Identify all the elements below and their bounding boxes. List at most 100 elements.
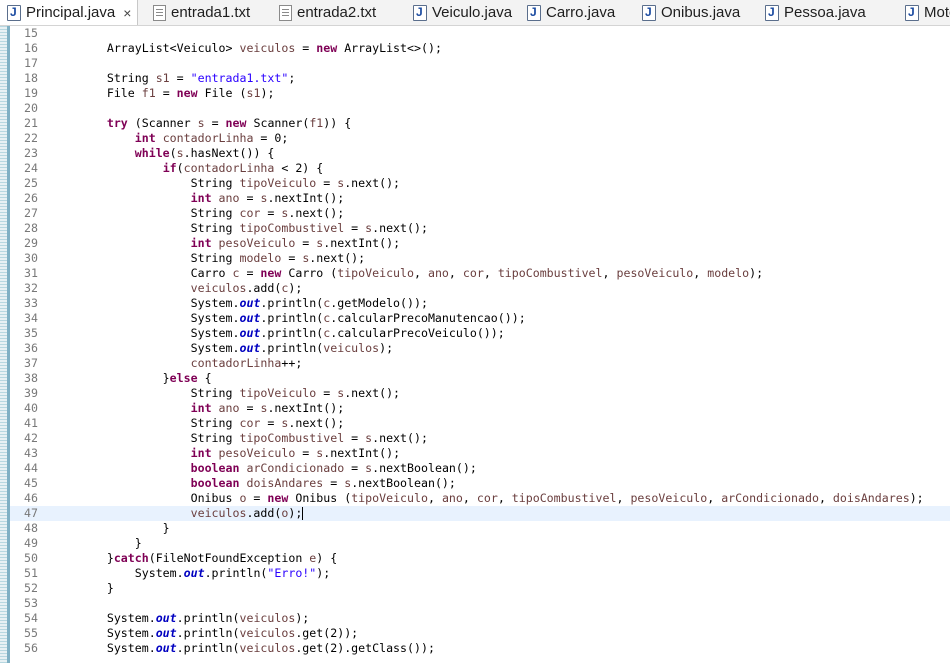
code-line[interactable]: 34 System.out.println(c.calcularPrecoMan… (10, 311, 950, 326)
code-line[interactable]: 44 boolean arCondicionado = s.nextBoolea… (10, 461, 950, 476)
code-text: Carro c = new Carro (tipoVeiculo, ano, c… (51, 266, 764, 280)
tab-entrada1-txt[interactable]: entrada1.txt (146, 0, 254, 25)
code-text: int pesoVeiculo = s.nextInt(); (190, 446, 401, 460)
tab-label: Onibus.java (661, 4, 741, 21)
code-line[interactable]: 35 System.out.println(c.calcularPrecoVei… (10, 326, 950, 341)
line-number: 39 (24, 386, 38, 400)
tab-moto[interactable]: Moto (898, 0, 950, 25)
line-number: 37 (24, 356, 38, 370)
code-text: int pesoVeiculo = s.nextInt(); (190, 236, 401, 250)
line-number: 24 (24, 161, 38, 175)
code-line[interactable]: 20 (10, 101, 950, 116)
code-line[interactable]: 36 System.out.println(veiculos); (10, 341, 950, 356)
tab-carro-java[interactable]: Carro.java (520, 0, 619, 25)
code-line[interactable]: 30 String modelo = s.next(); (10, 251, 950, 266)
code-line[interactable]: 49 } (10, 536, 950, 551)
code-text: } (51, 521, 170, 535)
code-text: String modelo = s.next(); (51, 251, 366, 265)
code-line[interactable]: 17 (10, 56, 950, 71)
text-cursor (302, 507, 304, 520)
line-number: 33 (24, 296, 38, 310)
line-number: 18 (24, 71, 38, 85)
code-text: System.out.println(veiculos.get(2).getCl… (51, 641, 435, 655)
code-line[interactable]: 25 String tipoVeiculo = s.next(); (10, 176, 950, 191)
line-number: 54 (24, 611, 38, 625)
close-icon[interactable]: × (123, 5, 131, 21)
line-number: 16 (24, 41, 38, 55)
tab-label: entrada2.txt (297, 4, 377, 21)
code-line[interactable]: 28 String tipoCombustivel = s.next(); (10, 221, 950, 236)
code-text: System.out.println("Erro!"); (51, 566, 331, 580)
code-text: System.out.println(veiculos); (51, 611, 310, 625)
code-line[interactable]: 56 System.out.println(veiculos.get(2).ge… (10, 641, 950, 656)
line-number: 19 (24, 86, 38, 100)
code-line[interactable]: 39 String tipoVeiculo = s.next(); (10, 386, 950, 401)
code-line[interactable]: 40 int ano = s.nextInt(); (10, 401, 950, 416)
line-number: 40 (24, 401, 38, 415)
code-text: String tipoVeiculo = s.next(); (51, 176, 401, 190)
code-line[interactable]: 48 } (10, 521, 950, 536)
line-number: 28 (24, 221, 38, 235)
line-number: 36 (24, 341, 38, 355)
code-line[interactable]: 19 File f1 = new File (s1); (10, 86, 950, 101)
java-class-icon (905, 4, 919, 21)
code-text: while(s.hasNext()) { (134, 146, 275, 160)
tab-label: Veiculo.java (432, 4, 513, 21)
code-line[interactable]: 29 int pesoVeiculo = s.nextInt(); (10, 236, 950, 251)
code-text: System.out.println(veiculos); (51, 341, 394, 355)
code-text: System.out.println(veiculos.get(2)); (51, 626, 359, 640)
code-text: System.out.println(c.calcularPrecoVeicul… (51, 326, 505, 340)
code-line[interactable]: 21 try (Scanner s = new Scanner(f1)) { (10, 116, 950, 131)
code-line[interactable]: 53 (10, 596, 950, 611)
code-text: }catch(FileNotFoundException e) { (51, 551, 338, 565)
tab-entrada2-txt[interactable]: entrada2.txt (272, 0, 380, 25)
code-line[interactable]: 52 } (10, 581, 950, 596)
code-line[interactable]: 31 Carro c = new Carro (tipoVeiculo, ano… (10, 266, 950, 281)
java-class-icon (765, 4, 779, 21)
line-number: 46 (24, 491, 38, 505)
java-class-icon (527, 4, 541, 21)
line-number: 48 (24, 521, 38, 535)
code-line[interactable]: 22 int contadorLinha = 0; (10, 131, 950, 146)
code-text: String s1 = "entrada1.txt"; (51, 71, 296, 85)
code-line[interactable]: 43 int pesoVeiculo = s.nextInt(); (10, 446, 950, 461)
code-line[interactable]: 38 }else { (10, 371, 950, 386)
code-line[interactable]: 42 String tipoCombustivel = s.next(); (10, 431, 950, 446)
code-line[interactable]: 23 while(s.hasNext()) { (10, 146, 950, 161)
line-number: 51 (24, 566, 38, 580)
code-line[interactable]: 47 veiculos.add(o); (10, 506, 950, 521)
line-number: 53 (24, 596, 38, 610)
tab-onibus-java[interactable]: Onibus.java (635, 0, 744, 25)
code-editor[interactable]: 15 16 ArrayList<Veiculo> veiculos = new A… (10, 26, 950, 656)
tab-principal-java[interactable]: Principal.java × (0, 0, 139, 25)
code-line[interactable]: 54 System.out.println(veiculos); (10, 611, 950, 626)
java-class-icon (7, 4, 21, 21)
code-line[interactable]: 55 System.out.println(veiculos.get(2)); (10, 626, 950, 641)
code-line[interactable]: 15 (10, 26, 950, 41)
tab-veiculo-java[interactable]: Veiculo.java (406, 0, 516, 25)
line-number: 52 (24, 581, 38, 595)
code-text: } (51, 536, 142, 550)
code-line[interactable]: 26 int ano = s.nextInt(); (10, 191, 950, 206)
line-number: 23 (24, 146, 38, 160)
code-line[interactable]: 18 String s1 = "entrada1.txt"; (10, 71, 950, 86)
code-line[interactable]: 16 ArrayList<Veiculo> veiculos = new Arr… (10, 41, 950, 56)
code-line[interactable]: 45 boolean doisAndares = s.nextBoolean()… (10, 476, 950, 491)
code-text: Onibus o = new Onibus (tipoVeiculo, ano,… (51, 491, 924, 505)
tab-label: entrada1.txt (171, 4, 251, 21)
code-text: String cor = s.next(); (51, 206, 345, 220)
code-line[interactable]: 32 veiculos.add(c); (10, 281, 950, 296)
code-line[interactable]: 50 }catch(FileNotFoundException e) { (10, 551, 950, 566)
code-line[interactable]: 24 if(contadorLinha < 2) { (10, 161, 950, 176)
tab-pessoa-java[interactable]: Pessoa.java (758, 0, 870, 25)
code-line[interactable]: 51 System.out.println("Erro!"); (10, 566, 950, 581)
code-line[interactable]: 33 System.out.println(c.getModelo()); (10, 296, 950, 311)
code-line[interactable]: 37 contadorLinha++; (10, 356, 950, 371)
code-line[interactable]: 27 String cor = s.next(); (10, 206, 950, 221)
code-line[interactable]: 46 Onibus o = new Onibus (tipoVeiculo, a… (10, 491, 950, 506)
code-text: int contadorLinha = 0; (134, 131, 289, 145)
line-number: 55 (24, 626, 38, 640)
code-line[interactable]: 41 String cor = s.next(); (10, 416, 950, 431)
line-number: 25 (24, 176, 38, 190)
code-text: veiculos.add(o); (190, 506, 304, 520)
